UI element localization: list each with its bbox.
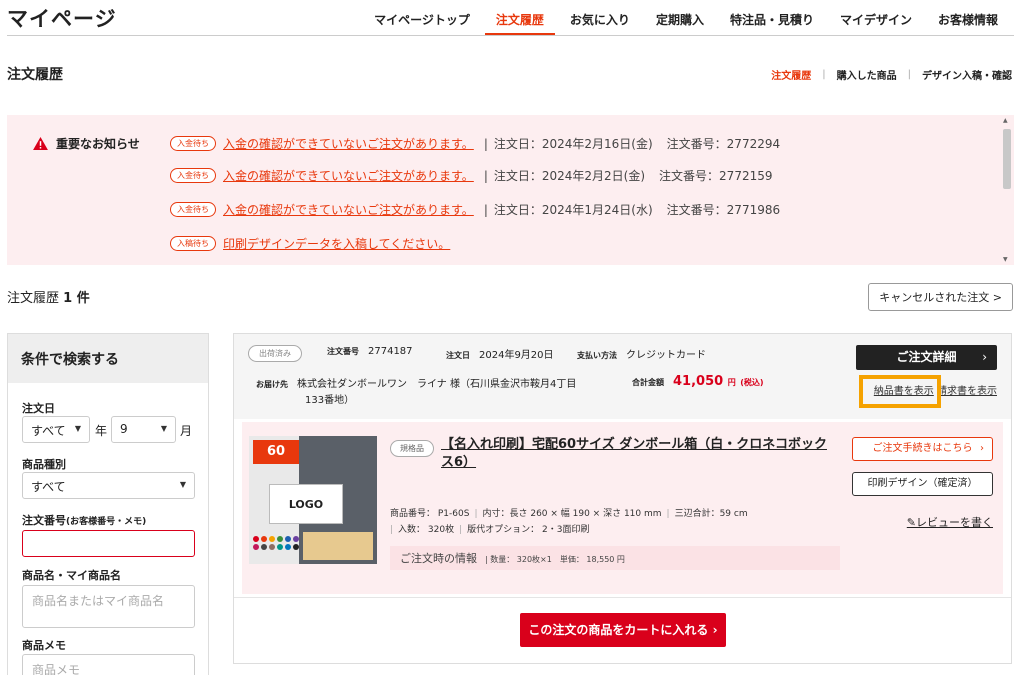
- subnav-design-upload[interactable]: デザイン入稿・確認: [922, 67, 1012, 82]
- nav-custom-quote[interactable]: 特注品・見積り: [717, 11, 827, 36]
- important-notice: 重要なお知らせ 入金待ち 入金の確認ができていないご注文があります。 | 注文日：…: [7, 115, 1014, 265]
- card-divider: [234, 597, 1011, 598]
- cancelled-orders-button[interactable]: キャンセルされた注文 >: [868, 283, 1013, 311]
- subnav-separator: |: [907, 69, 911, 80]
- type-label: 商品種別: [22, 458, 66, 471]
- history-count: 注文履歴 1 件: [7, 291, 90, 306]
- order-detail-button[interactable]: ご注文詳細 ›: [856, 345, 997, 370]
- status-badge: 出荷済み: [248, 345, 302, 362]
- color-swatches: [253, 536, 301, 550]
- notice-label: 重要なお知らせ: [33, 135, 140, 152]
- chevron-down-icon: ▼: [179, 480, 186, 489]
- notice-link[interactable]: 入金の確認ができていないご注文があります。: [223, 167, 474, 184]
- product-name-link[interactable]: 【名入れ印刷】宅配60サイズ ダンボール箱（白・クロネコボックス6）: [441, 436, 831, 472]
- notice-row: 入金待ち 入金の確認ができていないご注文があります。 | 注文日：2024年2月1…: [170, 135, 780, 152]
- top-header: マイページ マイページトップ 注文履歴 お気に入り 定期購入 特注品・見積り マ…: [0, 0, 1025, 36]
- pencil-icon: ✎: [906, 516, 916, 529]
- order-procedure-button[interactable]: ご注文手続きはこちら ›: [852, 437, 993, 461]
- nav-subscription[interactable]: 定期購入: [643, 11, 717, 36]
- chevron-right-icon: ›: [980, 443, 984, 454]
- status-badge: 入金待ち: [170, 136, 216, 151]
- item-spec-row: | 入数： 320枚 | 版代オプション： 2・3面印刷: [390, 525, 590, 535]
- nav-customer-info[interactable]: お客様情報: [925, 11, 1011, 36]
- memo-input[interactable]: 商品メモ: [22, 654, 195, 675]
- write-review-link[interactable]: ✎レビューを書く: [907, 514, 993, 530]
- order-total: 合計金額 41,050 円 (税込): [632, 374, 764, 389]
- payment-method: 支払い方法 クレジットカード: [577, 350, 706, 361]
- notice-row: 入金待ち 入金の確認ができていないご注文があります。 | 注文日：2024年1月2…: [170, 201, 780, 218]
- add-to-cart-button[interactable]: この注文の商品をカートに入れる ›: [520, 613, 726, 647]
- product-input[interactable]: 商品名またはマイ商品名: [22, 585, 195, 628]
- status-badge: 入金待ち: [170, 202, 216, 217]
- product-thumbnail[interactable]: 60 LOGO: [249, 436, 377, 564]
- site-title: マイページ: [7, 7, 117, 31]
- print-design-button[interactable]: 印刷デザイン（確定済）: [852, 472, 993, 496]
- status-badge: 入稿待ち: [170, 236, 216, 251]
- scroll-up-icon[interactable]: ▲: [1003, 117, 1008, 124]
- notice-row: 入金待ち 入金の確認ができていないご注文があります。 | 注文日：2024年2月2…: [170, 167, 773, 184]
- chevron-down-icon: ▼: [74, 424, 81, 433]
- order-card: 出荷済み 注文番号 2774187 注文日 2024年9月20日 支払い方法 クレジッ…: [233, 333, 1012, 664]
- notice-label-text: 重要なお知らせ: [56, 137, 140, 151]
- page-title: 注文履歴: [7, 67, 63, 83]
- invoice-link[interactable]: 請求書を表示: [937, 386, 997, 397]
- order-header: 出荷済み 注文番号 2774187 注文日 2024年9月20日 支払い方法 クレジッ…: [234, 334, 1011, 419]
- product-label: 商品名・マイ商品名: [22, 569, 121, 582]
- subnav-separator: |: [822, 69, 826, 80]
- notice-meta: | 注文日：2024年2月16日(金) 注文番号：2772294: [483, 137, 781, 151]
- notice-link[interactable]: 入金の確認ができていないご注文があります。: [223, 135, 474, 152]
- order-date: 注文日 2024年9月20日: [446, 350, 554, 361]
- status-badge: 入金待ち: [170, 168, 216, 183]
- size-badge: 60: [253, 440, 299, 464]
- nav-mypage-top[interactable]: マイページトップ: [361, 11, 483, 36]
- order-item: 60 LOGO 規格品 【名入れ印刷】宅配60サイズ ダンボール箱（白・クロネコ…: [242, 422, 1003, 594]
- ship-to: お届け先 株式会社ダンボールワン ライナ 様（石川県金沢市鞍月4丁目: [256, 379, 577, 390]
- scroll-thumb[interactable]: [1003, 129, 1011, 189]
- subnav-purchased-items[interactable]: 購入した商品: [837, 67, 897, 82]
- header-divider: [7, 35, 1014, 36]
- chevron-right-icon: ›: [982, 350, 987, 364]
- notice-meta: | 注文日：2024年1月24日(水) 注文番号：2771986: [483, 203, 781, 217]
- scroll-down-icon[interactable]: ▼: [1003, 256, 1008, 263]
- month-unit: 月: [180, 424, 193, 438]
- item-spec-row: 商品番号： P1-60S | 内寸：長さ 260 × 幅 190 × 深さ 110 …: [390, 509, 748, 519]
- subnav-order-history[interactable]: 注文履歴: [771, 67, 811, 82]
- order-number: 注文番号 2774187: [327, 346, 413, 357]
- search-sidebar: 条件で検索する 注文日 すべて ▼ 年 9 ▼ 月 商品種別 すべて ▼ 注文番号(お…: [7, 333, 209, 675]
- memo-label: 商品メモ: [22, 639, 66, 652]
- notice-row: 入稿待ち 印刷デザインデータを入稿してください。: [170, 235, 450, 252]
- notice-meta: | 注文日：2024年2月2日(金) 注文番号：2772159: [483, 169, 773, 183]
- warning-icon: [33, 137, 48, 150]
- top-nav: マイページトップ 注文履歴 お気に入り 定期購入 特注品・見積り マイデザイン …: [361, 11, 1011, 36]
- ship-to-line2: 133番地）: [305, 395, 355, 406]
- order-no-label: 注文番号(お客様番号・メモ): [22, 514, 147, 527]
- order-no-input[interactable]: [22, 530, 195, 557]
- search-form: 注文日 すべて ▼ 年 9 ▼ 月 商品種別 すべて ▼ 注文番号(お客様番号・メモ)…: [8, 383, 208, 675]
- notice-link[interactable]: 入金の確認ができていないご注文があります。: [223, 201, 474, 218]
- box-image: [303, 532, 373, 560]
- date-label: 注文日: [22, 402, 55, 415]
- chevron-right-icon: ›: [712, 623, 718, 637]
- month-select[interactable]: 9 ▼: [111, 416, 176, 443]
- year-unit: 年: [95, 424, 108, 438]
- year-select[interactable]: すべて ▼: [22, 416, 90, 443]
- order-time-info: ご注文時の情報 | 数量： 320枚×1 単価： 18,550 円: [390, 546, 840, 570]
- chevron-down-icon: ▼: [160, 424, 167, 433]
- sub-nav: 注文履歴 | 購入した商品 | デザイン入稿・確認: [771, 67, 1012, 82]
- item-type-badge: 規格品: [390, 440, 434, 457]
- box-logo: LOGO: [269, 484, 343, 524]
- type-select[interactable]: すべて ▼: [22, 472, 195, 499]
- search-title: 条件で検索する: [8, 334, 208, 383]
- notice-link[interactable]: 印刷デザインデータを入稿してください。: [223, 235, 450, 252]
- nav-favorites[interactable]: お気に入り: [557, 11, 643, 36]
- nav-order-history[interactable]: 注文履歴: [483, 11, 557, 36]
- highlight-box: [859, 375, 941, 408]
- nav-my-design[interactable]: マイデザイン: [827, 11, 925, 36]
- notice-scrollbar[interactable]: ▲ ▼: [1001, 117, 1011, 263]
